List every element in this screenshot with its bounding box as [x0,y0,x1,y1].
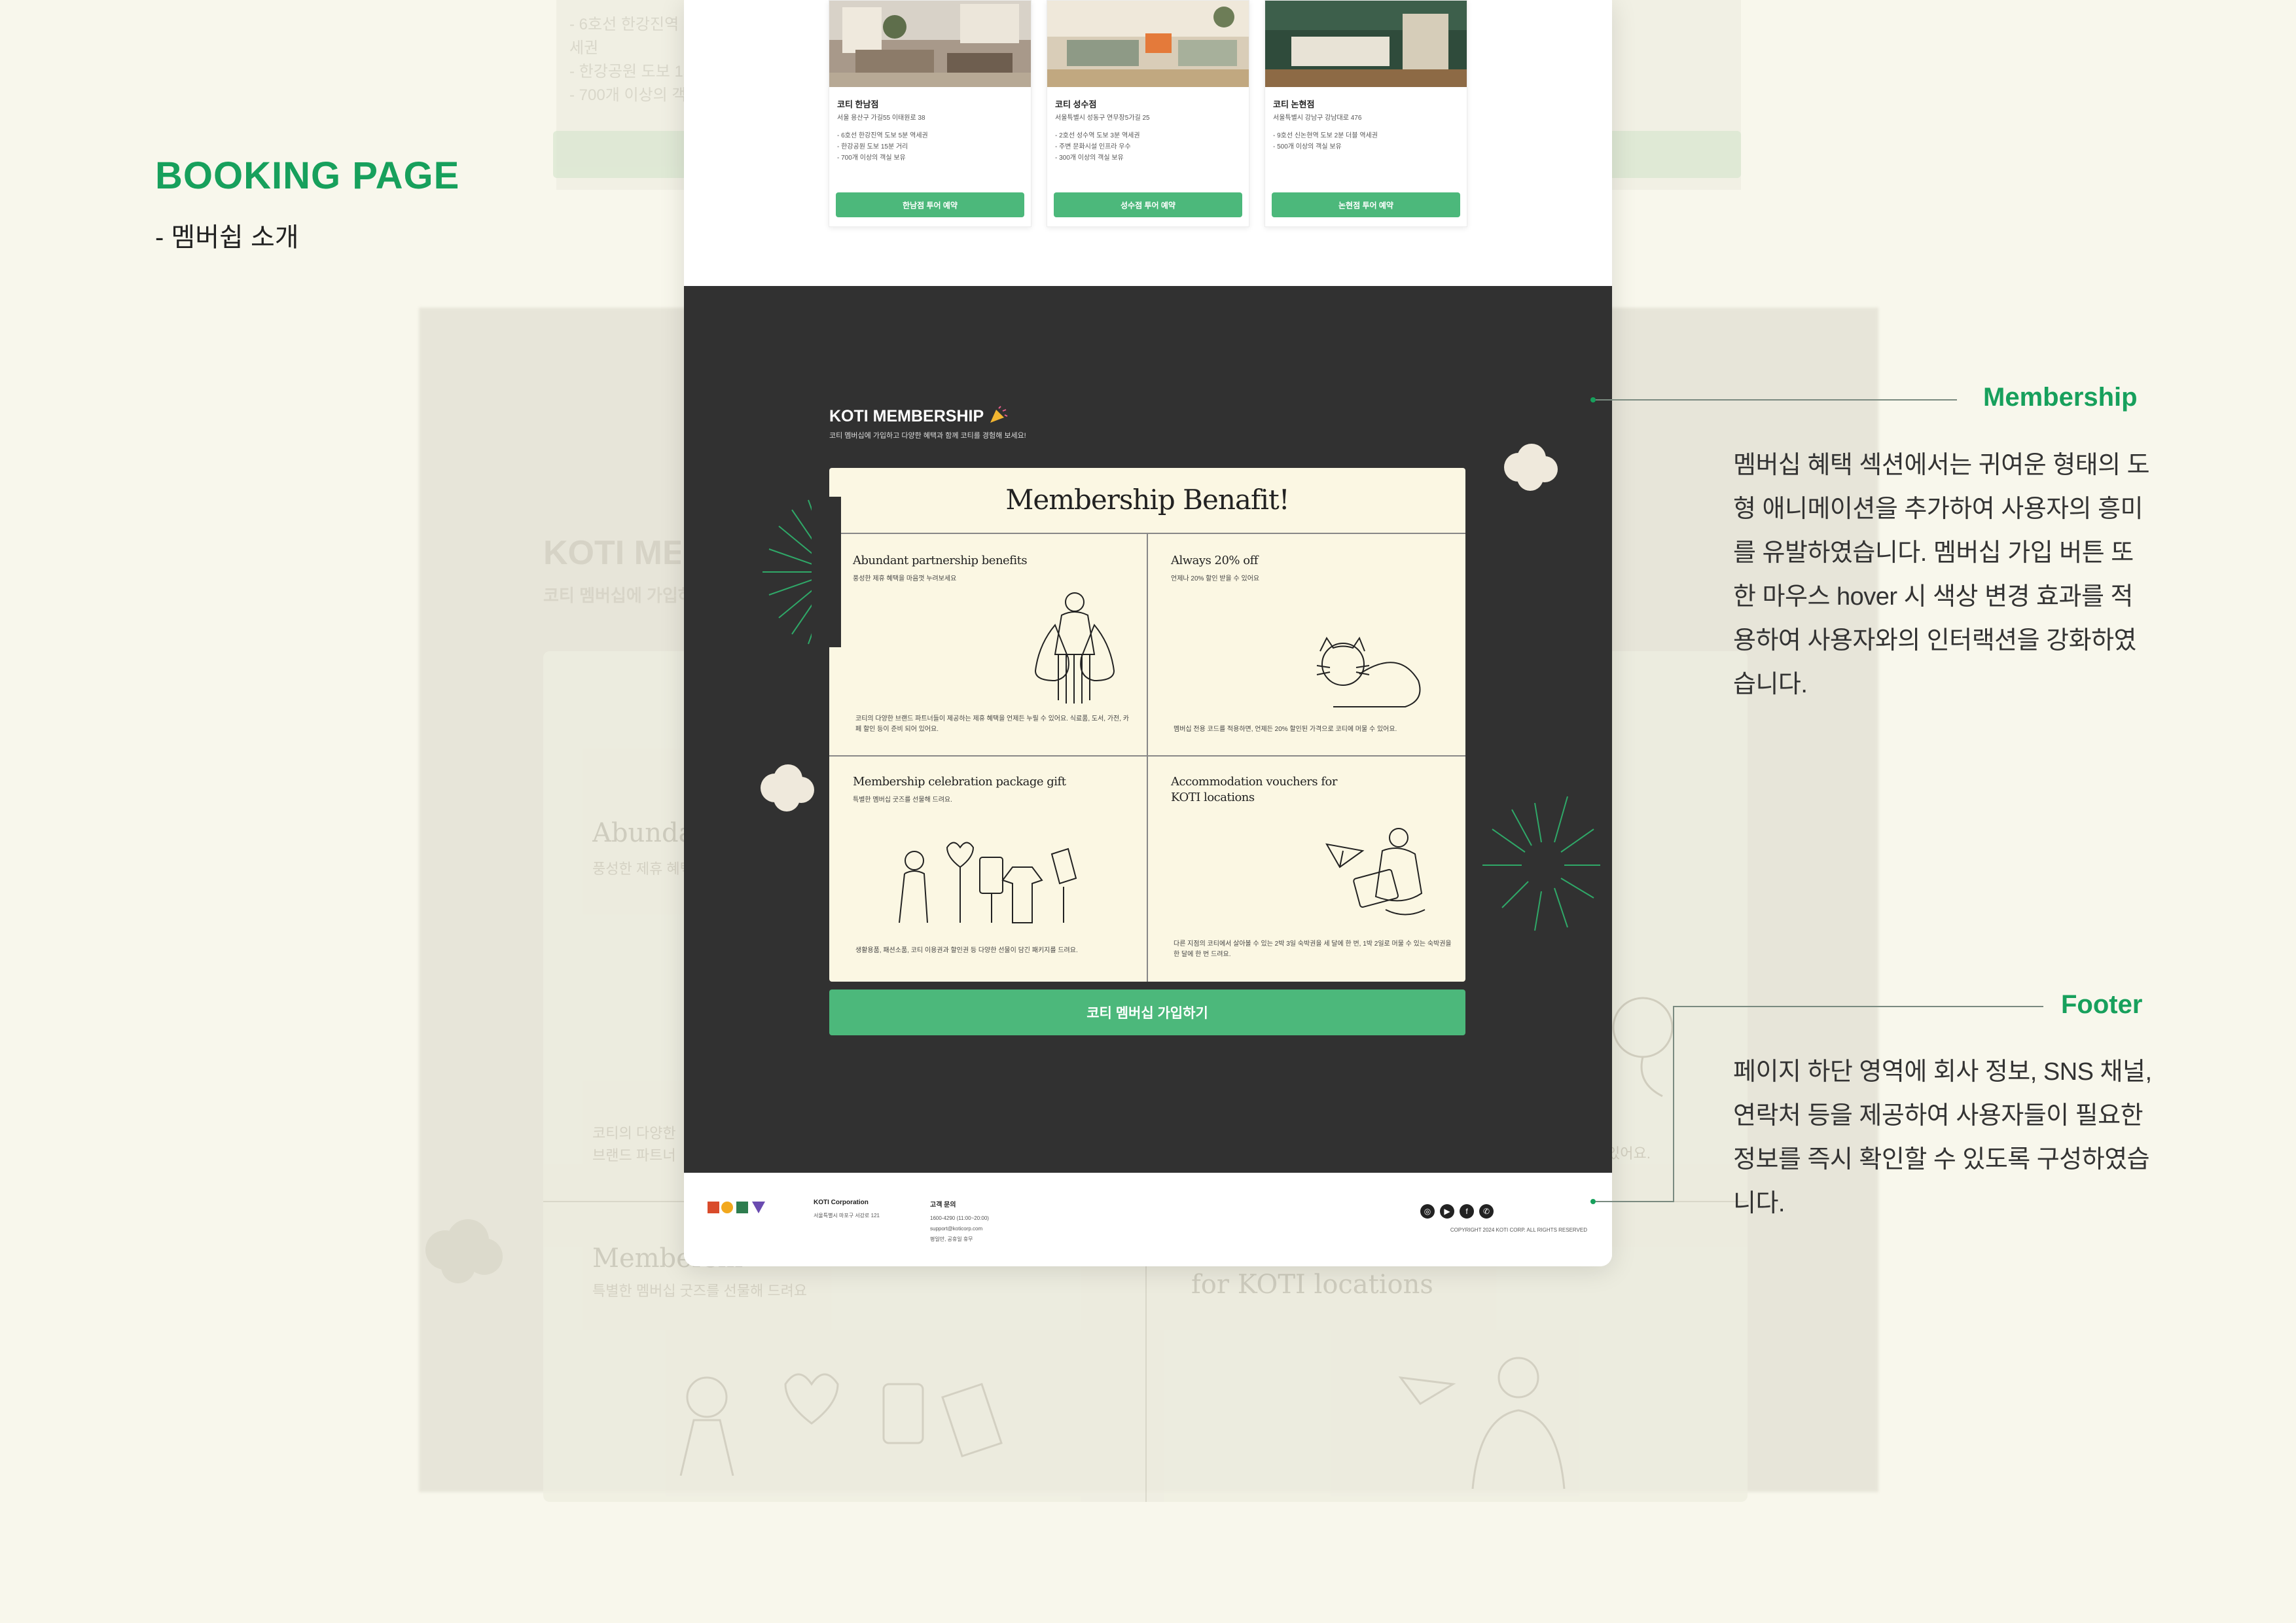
branch-photo-seongsu [1047,1,1249,87]
branch-name: 코티 논현점 [1273,99,1315,109]
ghost-gift-illustration [679,1373,1003,1476]
branch-address: 서울특별시 강남구 강남대로 476 [1273,115,1362,122]
membership-section: KOTI MEMBERSHIP 코티 멤버십에 가입하고 다양한 혜택과 함께 … [684,286,1612,1173]
tour-booking-button-seongsu[interactable]: 성수점 투어 예약 [1054,192,1242,217]
benefit-subtitle: 풍성한 제휴 혜택을 마음껏 누려보세요 [853,575,957,582]
benefit-subtitle: 특별한 멤버십 굿즈를 선물해 드려요. [853,796,952,804]
footer-address: 서울특별시 마포구 서강로 121 [814,1213,880,1219]
membership-join-button[interactable]: 코티 멤버십 가입하기 [829,990,1465,1035]
branch-feature: - 주변 문화시설 인프라 우수 [1055,143,1131,151]
benefit-subtitle: 언제나 20% 할인 받을 수 있어요 [1171,575,1260,582]
branch-features: - 6호선 한강진역 도보 5분 역세권 - 한강공원 도보 15분 거리 - … [837,130,928,164]
branch-card-nonhyeon: 코티 논현점 서울특별시 강남구 강남대로 476 - 9호선 신논현역 도보 … [1265,0,1467,227]
page-title: BOOKING PAGE [155,154,460,197]
ghost-cell-d-title: for KOTI locations [1191,1270,1433,1300]
membership-annotation-text: 멤버십 혜택 섹션에서는 귀여운 형태의 도형 애니메이션을 추가하여 사용자의… [1733,452,2150,698]
membership-annotation-label: Membership [1983,383,2138,412]
footer-company: KOTI Corporation [814,1199,869,1206]
footer-pointer-line-top [1673,1006,2043,1007]
footer-copyright: COPYRIGHT 2024 KOTI CORP. ALL RIGHTS RES… [1450,1227,1587,1233]
page-subtitle: - 멤버쉽 소개 [155,223,299,252]
benefit-title: Always 20% off [1171,554,1258,567]
ghost-membership-subtitle: 코티 멤버십에 가입하고 다양한 혜택과 함께 코티를 경험해 보세요! [543,586,684,605]
whatsapp-icon[interactable]: ✆ [1479,1204,1494,1219]
branch-address: 서울특별시 성동구 연무장5가길 25 [1055,115,1150,122]
ghost-cloud-outline-icon [1612,997,1674,1097]
ghost-cell-a-desc: 코티의 다양한 브랜드 파트너들이 제공하는 제휴 혜택을 언제든 누릴 수 있… [592,1125,676,1164]
benefit-title: Membership celebration package gift [853,775,1066,789]
footer-pointer-dot [1590,1199,1596,1204]
footer-annotation-label: Footer [2061,990,2143,1019]
branch-photo-hannam [829,1,1031,87]
laptop-traveler-illustration [1325,828,1426,916]
koti-logo[interactable] [708,1199,768,1215]
instagram-icon[interactable]: ◎ [1420,1204,1435,1219]
branch-feature: - 700개 이상의 객실 보유 [837,154,906,162]
membership-pointer-dot [1590,397,1596,402]
branch-address: 서울 용산구 가길55 이태원로 38 [837,115,925,122]
cloud-puff-icon [1504,444,1558,491]
footer-pointer-line-vertical [1673,1006,1674,1202]
footer-cs-line: 1600-4290 (11:00~20:00) [930,1215,989,1221]
membership-pointer-line [1596,399,1957,401]
booking-page-frame: 코티 한남점 서울 용산구 가길55 이태원로 38 - 6호선 한강진역 도보… [684,0,1612,1266]
branch-photo-nonhyeon [1265,1,1467,87]
branch-feature: - 500개 이상의 객실 보유 [1273,143,1342,151]
site-footer: KOTI Corporation 서울특별시 마포구 서강로 121 고객 문의… [684,1173,1612,1266]
sparkle-burst-icon [762,497,841,647]
branch-feature: - 2호선 성수역 도보 3분 역세권 [1055,132,1140,139]
benefit-title: Abundant partnership benefits [853,554,1028,567]
gift-package-illustration [899,842,1077,923]
shopper-illustration [1034,592,1115,704]
benefit-title: Accommodation vouchers for KOTI location… [1171,775,1337,804]
benefit-description: 생활용품, 패션소품, 코티 이용권과 할인권 등 다양한 선물이 담긴 패키지… [855,947,1078,954]
tour-booking-button-nonhyeon[interactable]: 논현점 투어 예약 [1272,192,1460,217]
footer-cs-line: 평일만, 공휴일 휴무 [930,1236,973,1242]
ghost-trailing-text: 있어요. [1607,1145,1651,1162]
branch-feature: - 9호선 신논현역 도보 2분 더블 역세권 [1273,132,1378,139]
sparkle-burst-icon [1482,796,1600,931]
cloud-puff-icon [761,764,814,812]
ghost-membership-title: KOTI MEMBERSHIP [543,534,681,572]
footer-cs-info: 1600-4290 (11:00~20:00) support@koticorp… [930,1213,989,1245]
membership-title: KOTI MEMBERSHIP [829,406,1008,426]
footer-cs-line: support@koticorp.com [930,1226,983,1232]
cat-illustration [1316,636,1421,707]
branch-name: 코티 한남점 [837,99,879,109]
branch-features: - 2호선 성수역 도보 3분 역세권 - 주변 문화시설 인프라 우수 - 3… [1055,130,1140,164]
party-popper-icon [990,406,1008,423]
branch-card-hannam: 코티 한남점 서울 용산구 가길55 이태원로 38 - 6호선 한강진역 도보… [829,0,1031,227]
branch-feature: - 6호선 한강진역 도보 5분 역세권 [837,132,928,139]
facebook-icon[interactable]: f [1460,1204,1474,1219]
branch-feature: - 300개 이상의 객실 보유 [1055,154,1124,162]
branch-features: - 9호선 신논현역 도보 2분 더블 역세권 - 500개 이상의 객실 보유 [1273,130,1378,152]
benefit-description: 멤버십 전용 코드를 적용하면, 언제든 20% 할인된 가격으로 코티에 머물… [1174,726,1397,733]
membership-subtitle: 코티 멤버십에 가입하고 다양한 혜택과 함께 코티를 경험해 보세요! [829,432,1026,440]
tour-booking-button-hannam[interactable]: 한남점 투어 예약 [836,192,1024,217]
branch-feature: - 한강공원 도보 15분 거리 [837,143,908,151]
youtube-icon[interactable]: ▶ [1440,1204,1454,1219]
footer-annotation-text: 페이지 하단 영역에 회사 정보, SNS 채널, 연락처 등을 제공하여 사용… [1733,1058,2152,1217]
benefit-description: 다른 지점의 코티에서 살아볼 수 있는 2박 3일 숙박권을 세 달에 한 번… [1174,940,1452,958]
branch-card-seongsu: 코티 성수점 서울특별시 성동구 연무장5가길 25 - 2호선 성수역 도보 … [1047,0,1249,227]
ghost-cloud-icon [425,1219,503,1283]
ghost-laptop-illustration [1398,1357,1566,1489]
ghost-cell-c-sub: 특별한 멤버십 굿즈를 선물해 드려요. [592,1283,808,1299]
membership-benefit-board: Membership Benafit! Abundant partnership… [829,468,1465,982]
branch-name: 코티 성수점 [1055,99,1097,109]
footer-cs-title: 고객 문의 [930,1202,956,1209]
footer-pointer-line [1596,1201,1674,1202]
benefit-description: 코티의 다양한 브랜드 파트너들이 제공하는 제휴 혜택을 언제든 누릴 수 있… [855,715,1130,733]
benefit-board-title: Membership Benafit! [1005,484,1289,516]
